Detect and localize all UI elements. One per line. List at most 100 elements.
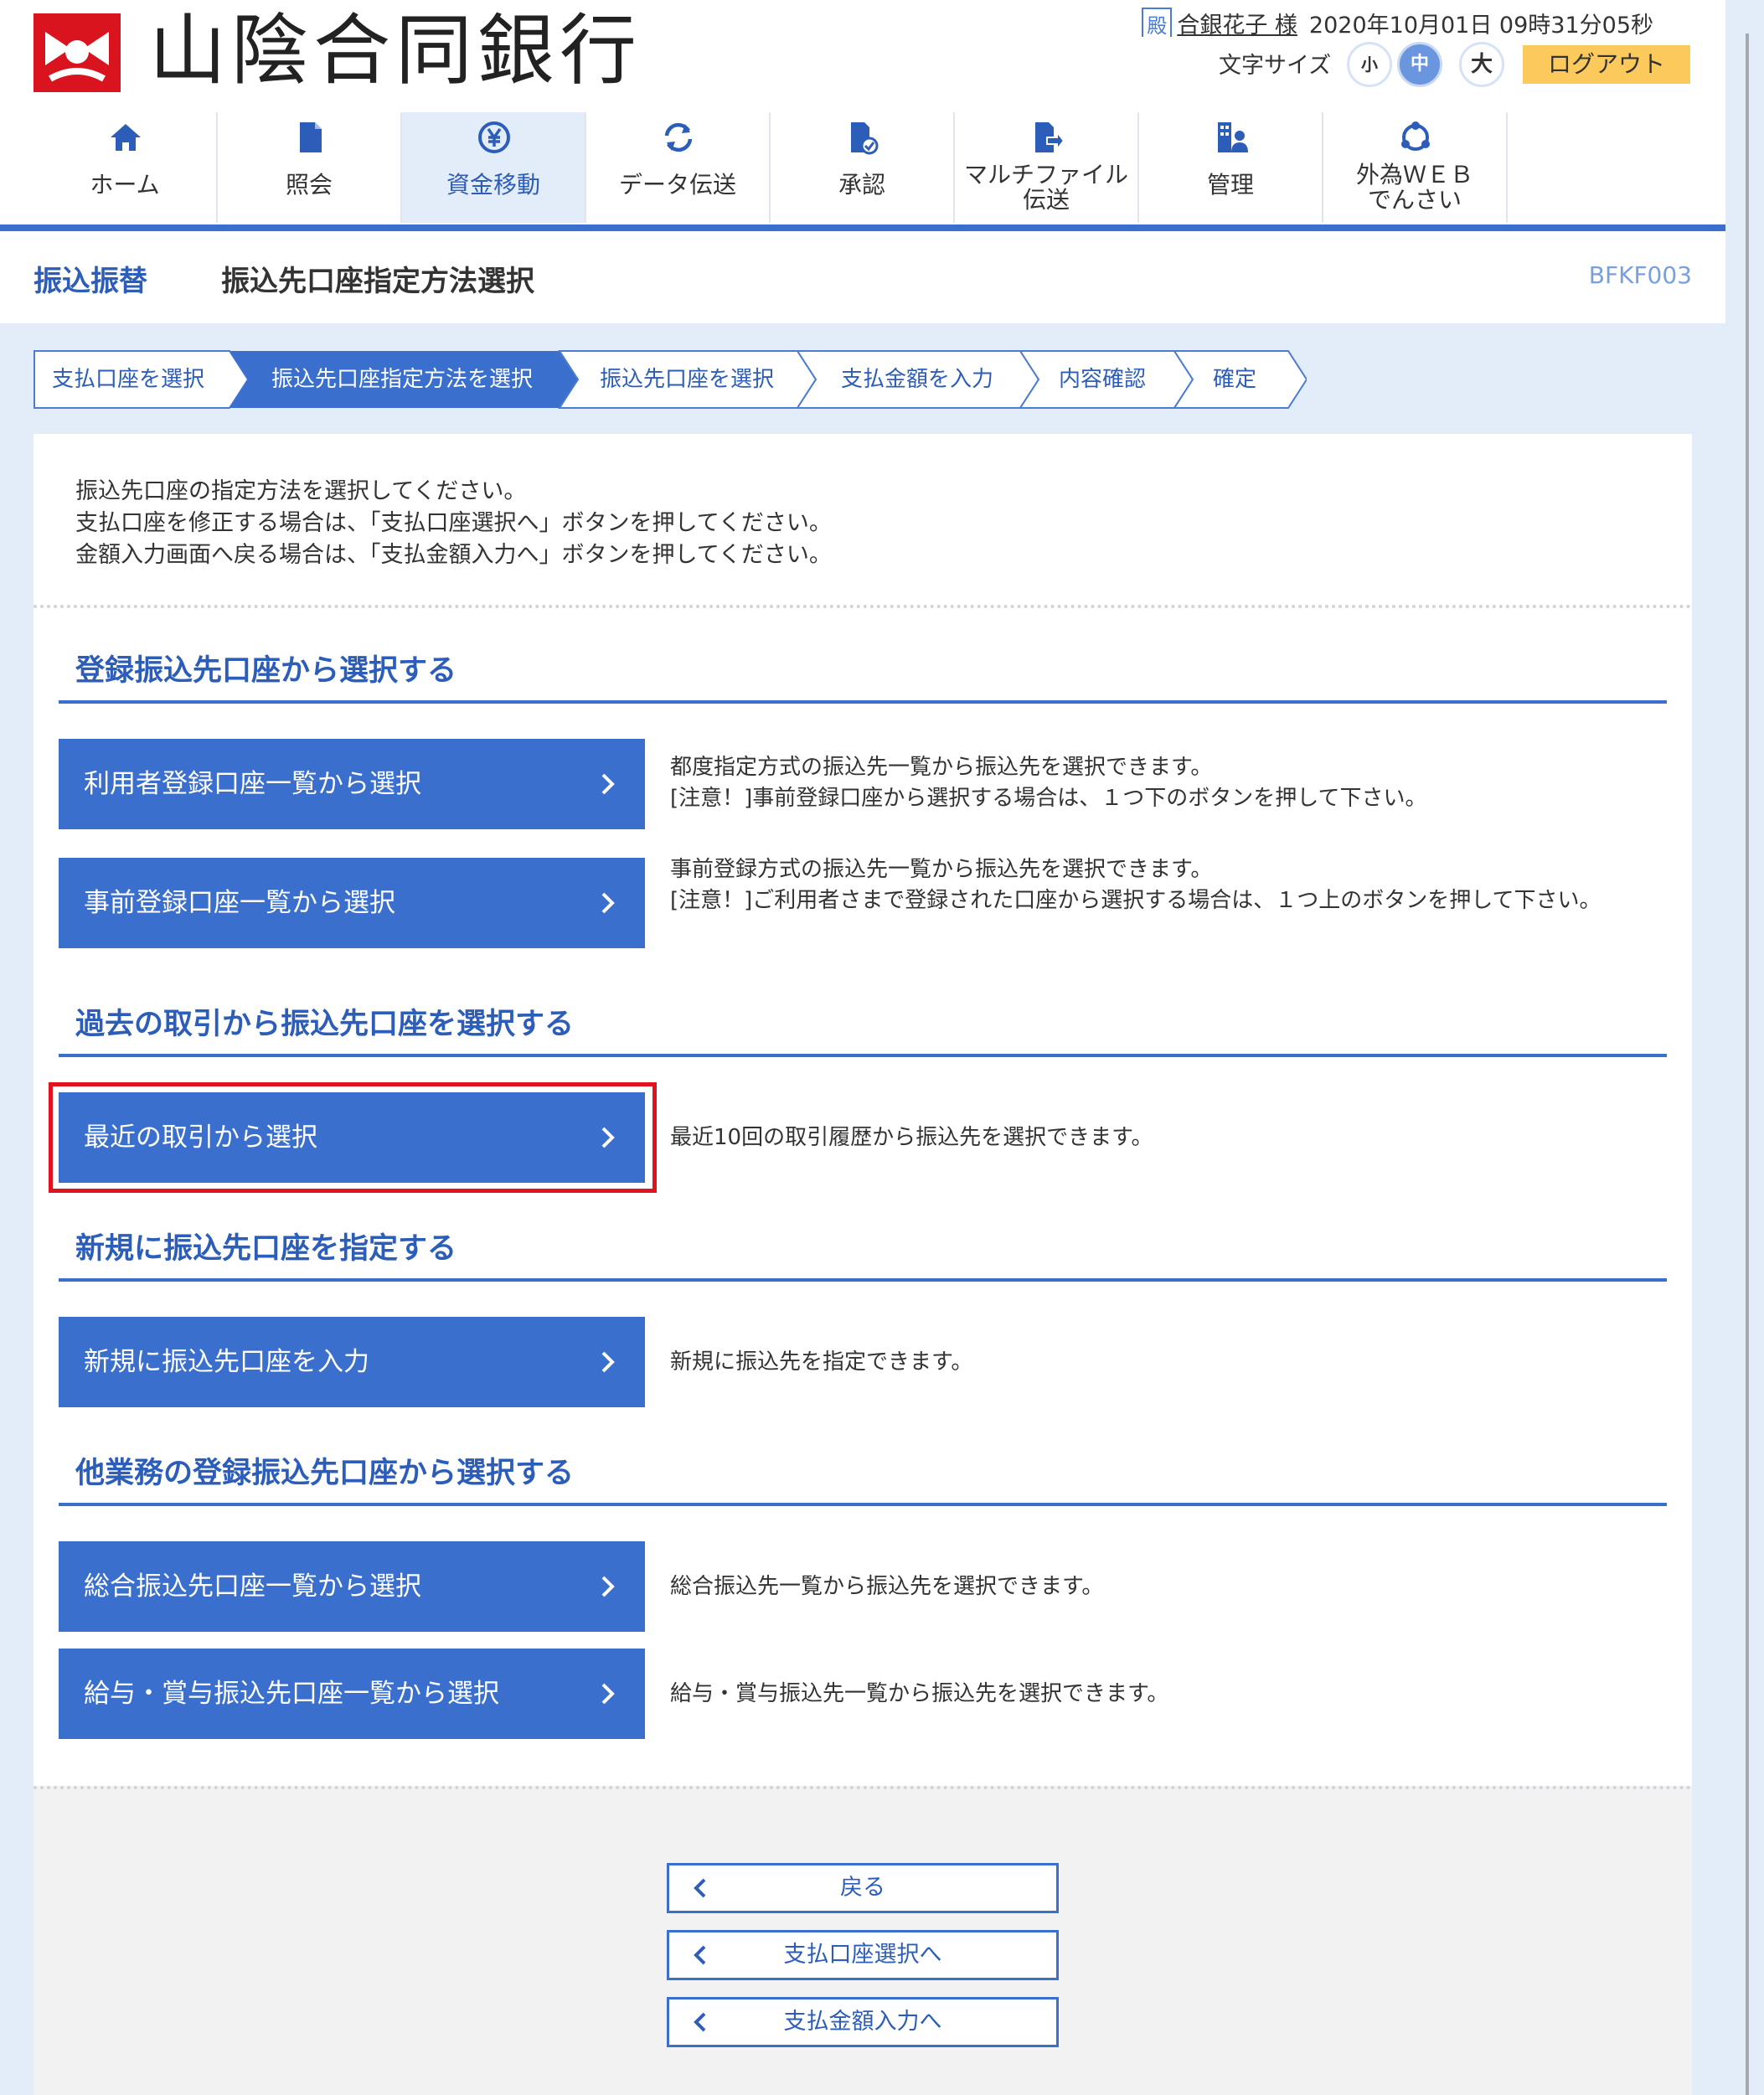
divider xyxy=(34,605,1692,608)
back-button[interactable]: 戻る xyxy=(667,1863,1059,1913)
button-label: 戻る xyxy=(840,1875,885,1901)
scrollbar[interactable] xyxy=(1746,34,1749,2095)
instruction-line: 金額入力画面へ戻る場合は、「支払金額入力へ」ボタンを押してください。 xyxy=(75,542,832,568)
button-label: 支払口座選択へ xyxy=(783,1942,942,1968)
logout-button[interactable]: ログアウト xyxy=(1523,45,1690,84)
description-line: 都度指定方式の振込先一覧から振込先を選択できます。 xyxy=(670,755,1213,780)
button-label: 支払金額入力へ xyxy=(783,2009,942,2035)
font-size-large-button[interactable]: 大 xyxy=(1459,42,1504,87)
description-line: 事前登録方式の振込先一覧から振込先を選択できます。 xyxy=(670,857,1213,882)
section-heading-registered: 登録振込先口座から選択する xyxy=(75,654,457,688)
chevron-right-icon xyxy=(601,1683,615,1705)
nav-label-line1: 外為ＷＥＢ xyxy=(1355,161,1473,188)
font-size-label: 文字サイズ xyxy=(1219,53,1332,79)
salary-bonus-description: 給与・賞与振込先一覧から振込先を選択できます。 xyxy=(670,1681,1169,1706)
nav-label: 管理 xyxy=(1206,171,1254,199)
section-name: 振込振替 xyxy=(34,265,147,298)
step-label: 支払金額を入力 xyxy=(841,367,994,392)
step-label: 振込先口座を選択 xyxy=(600,367,775,392)
document-icon xyxy=(300,122,322,152)
nav-admin[interactable]: 管理 xyxy=(1139,112,1323,223)
instruction-line: 支払口座を修正する場合は、「支払口座選択へ」ボタンを押してください。 xyxy=(75,510,832,536)
admin-icon xyxy=(1218,122,1248,152)
button-label: 総合振込先口座一覧から選択 xyxy=(84,1571,421,1602)
instructions: 振込先口座の指定方法を選択してください。 支払口座を修正する場合は、「支払口座選… xyxy=(75,476,832,571)
section-rule xyxy=(59,1503,1667,1506)
user-info: 殿合銀花子 様 2020年10月01日 09時31分05秒 xyxy=(1142,7,1653,37)
new-account-description: 新規に振込先を指定できます。 xyxy=(670,1349,973,1375)
salary-bonus-list-button[interactable]: 給与・賞与振込先口座一覧から選択 xyxy=(59,1649,645,1739)
user-registered-list-button[interactable]: 利用者登録口座一覧から選択 xyxy=(59,739,645,829)
section-rule xyxy=(59,1278,1667,1282)
screen-id: BFKF003 xyxy=(1588,261,1692,289)
step-label: 振込先口座指定方法を選択 xyxy=(271,367,534,392)
nav-underline xyxy=(0,224,1725,231)
section-rule xyxy=(59,700,1667,704)
recent-transactions-description: 最近10回の取引履歴から振込先を選択できます。 xyxy=(670,1125,1153,1150)
font-size-small-button[interactable]: 小 xyxy=(1347,42,1392,87)
nav-label-line2: 伝送 xyxy=(1022,186,1070,214)
general-transfer-description: 総合振込先一覧から振込先を選択できます。 xyxy=(670,1574,1104,1599)
description-line: [注意！]ご利用者さまで登録された口座から選択する場合は、１つ上のボタンを押して… xyxy=(670,888,1602,913)
main-panel: 振込先口座の指定方法を選択してください。 支払口座を修正する場合は、「支払口座選… xyxy=(34,434,1692,2095)
button-label: 給与・賞与振込先口座一覧から選択 xyxy=(84,1679,499,1709)
header: 山陰合同銀行 殿合銀花子 様 2020年10月01日 09時31分05秒 文字サイ… xyxy=(0,0,1725,228)
nav-label: マルチファイル 伝送 xyxy=(955,163,1137,213)
general-transfer-list-button[interactable]: 総合振込先口座一覧から選択 xyxy=(59,1541,645,1632)
nav-label: ホーム xyxy=(90,171,160,199)
sync-icon xyxy=(664,122,693,152)
user-registered-list-description: 都度指定方式の振込先一覧から振込先を選択できます。 [注意！]事前登録口座から選… xyxy=(670,752,1675,814)
nav-label-line1: マルチファイル xyxy=(963,161,1128,188)
approve-icon xyxy=(851,122,879,155)
bank-name: 山陰合同銀行 xyxy=(149,6,642,95)
chevron-right-icon xyxy=(601,1351,615,1373)
step-label: 支払口座を選択 xyxy=(52,367,205,392)
nav-multi-file[interactable]: マルチファイル 伝送 xyxy=(955,112,1139,223)
nav-label: 承認 xyxy=(838,171,885,199)
recent-transactions-button[interactable]: 最近の取引から選択 xyxy=(59,1092,645,1183)
home-icon xyxy=(111,124,141,151)
step-label: 内容確認 xyxy=(1059,367,1147,392)
nav-forex-web[interactable]: 外為ＷＥＢ でんさい xyxy=(1323,112,1508,223)
nav-approval[interactable]: 承認 xyxy=(771,112,955,223)
nav-label: 外為ＷＥＢ でんさい xyxy=(1323,163,1506,213)
global-nav: ホーム 照会 資金移動 データ伝送 承認 マルチファイル伝送 管理 外為ＷＥＢ xyxy=(0,112,1725,224)
nav-label: データ伝送 xyxy=(618,171,736,199)
chevron-right-icon xyxy=(601,773,615,795)
payment-account-select-button[interactable]: 支払口座選択へ xyxy=(667,1930,1059,1980)
user-name-link[interactable]: 合銀花子 様 xyxy=(1177,13,1297,37)
nav-fund-transfer[interactable]: 資金移動 xyxy=(402,112,586,223)
forex-icon xyxy=(1401,121,1430,151)
section-heading-new: 新規に振込先口座を指定する xyxy=(75,1232,457,1266)
title-row: 振込振替 振込先口座指定方法選択 BFKF003 xyxy=(0,231,1725,323)
pre-registered-list-description: 事前登録方式の振込先一覧から振込先を選択できます。 [注意！]ご利用者さまで登録… xyxy=(670,854,1675,916)
font-size-medium-button[interactable]: 中 xyxy=(1397,42,1442,87)
payment-amount-input-button[interactable]: 支払金額入力へ xyxy=(667,1997,1059,2047)
file-send-icon xyxy=(1035,122,1065,152)
chevron-right-icon xyxy=(601,892,615,914)
nav-label: 照会 xyxy=(285,171,333,199)
divider xyxy=(34,1786,1692,1789)
new-account-input-button[interactable]: 新規に振込先口座を入力 xyxy=(59,1317,645,1407)
instruction-line: 振込先口座の指定方法を選択してください。 xyxy=(75,478,527,504)
nav-label: 資金移動 xyxy=(446,171,540,199)
nav-label-line2: でんさい xyxy=(1367,186,1462,214)
nav-home[interactable]: ホーム xyxy=(34,112,218,223)
chevron-right-icon xyxy=(601,1127,615,1148)
pre-registered-list-button[interactable]: 事前登録口座一覧から選択 xyxy=(59,858,645,948)
page-title: 振込先口座指定方法選択 xyxy=(221,265,534,298)
user-badge: 殿 xyxy=(1142,8,1173,37)
step-label: 確定 xyxy=(1213,367,1257,392)
footer-actions: 戻る 支払口座選択へ 支払金額入力へ xyxy=(34,1786,1692,2095)
description-line: [注意！]事前登録口座から選択する場合は、１つ下のボタンを押して下さい。 xyxy=(670,786,1427,811)
nav-data-transfer[interactable]: データ伝送 xyxy=(586,112,771,223)
nav-inquiry[interactable]: 照会 xyxy=(218,112,402,223)
yen-transfer-icon xyxy=(478,121,510,153)
button-label: 新規に振込先口座を入力 xyxy=(84,1347,369,1377)
button-label: 事前登録口座一覧から選択 xyxy=(84,888,395,918)
button-label: 利用者登録口座一覧から選択 xyxy=(84,769,421,799)
section-heading-history: 過去の取引から振込先口座を選択する xyxy=(75,1008,575,1041)
button-label: 最近の取引から選択 xyxy=(84,1122,317,1153)
chevron-right-icon xyxy=(601,1576,615,1597)
login-datetime: 2020年10月01日 09時31分05秒 xyxy=(1308,13,1653,37)
